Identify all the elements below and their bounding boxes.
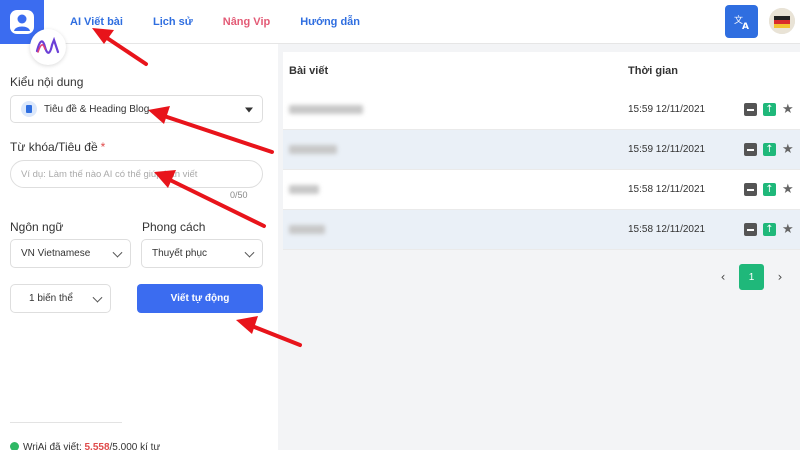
language-label: Ngôn ngữ <box>10 220 64 234</box>
content-type-select[interactable]: Tiêu đề & Heading Blog <box>10 95 263 123</box>
delete-icon[interactable] <box>744 183 757 196</box>
keyword-label: Từ khóa/Tiêu đề * <box>10 140 105 154</box>
keyword-placeholder: Ví dụ: Làm thế nào AI có thể giúp bạn vi… <box>21 168 198 180</box>
nav-guide[interactable]: Hướng dẫn <box>300 16 360 28</box>
row-title-blurred <box>289 225 325 234</box>
row-actions: ↑ ★ <box>744 103 794 116</box>
prev-page-button[interactable]: ‹ <box>713 270 733 284</box>
star-icon[interactable]: ★ <box>782 103 794 116</box>
delete-icon[interactable] <box>744 143 757 156</box>
pagination: ‹ 1 › <box>713 264 790 290</box>
style-value: Thuyết phục <box>152 248 208 259</box>
row-actions: ↑ ★ <box>744 223 794 236</box>
translate-button[interactable]: 文 A <box>725 5 758 38</box>
upload-icon[interactable]: ↑ <box>763 183 776 196</box>
row-title-blurred <box>289 185 319 194</box>
next-page-button[interactable]: › <box>770 270 790 284</box>
row-time: 15:58 12/11/2021 <box>628 184 706 195</box>
document-icon <box>21 101 37 117</box>
column-header-time: Thời gian <box>628 65 678 77</box>
row-title-blurred <box>289 105 363 114</box>
star-icon[interactable]: ★ <box>782 183 794 196</box>
upload-icon[interactable]: ↑ <box>763 143 776 156</box>
chevron-down-icon <box>112 247 123 258</box>
language-select[interactable]: VN Vietnamese <box>10 239 131 268</box>
keyword-label-text: Từ khóa/Tiêu đề <box>10 140 98 154</box>
delete-icon[interactable] <box>744 223 757 236</box>
language-value: VN Vietnamese <box>21 248 91 259</box>
usage-note: WriAi đã viết: 5.558/5.000 kí tự <box>10 442 160 450</box>
required-mark: * <box>100 140 106 154</box>
star-icon[interactable]: ★ <box>782 143 794 156</box>
upload-icon[interactable]: ↑ <box>763 223 776 236</box>
wave-logo-icon <box>35 37 60 54</box>
style-select[interactable]: Thuyết phục <box>141 239 263 268</box>
caret-down-icon <box>245 107 253 113</box>
delete-icon[interactable] <box>744 103 757 116</box>
language-flag-avatar[interactable] <box>769 8 795 34</box>
variants-select[interactable]: 1 biến thể <box>10 284 111 313</box>
star-icon[interactable]: ★ <box>782 223 794 236</box>
usage-suffix: /5.000 kí tự <box>109 442 161 450</box>
top-bar: AI Viết bài Lịch sử Nâng Vip Hướng dẫn 文… <box>0 0 800 44</box>
flag-icon <box>769 8 795 34</box>
user-icon <box>10 10 34 34</box>
row-time: 15:59 12/11/2021 <box>628 144 706 155</box>
chevron-down-icon <box>92 292 103 303</box>
chevron-down-icon <box>244 247 255 258</box>
table-row[interactable]: 15:59 12/11/2021 ↑ ★ <box>283 130 800 170</box>
nav-ai-write[interactable]: AI Viết bài <box>70 16 123 28</box>
style-label: Phong cách <box>142 220 206 234</box>
history-table: Bài viết Thời gian 15:59 12/11/2021 ↑ ★ … <box>283 52 800 450</box>
upload-icon[interactable]: ↑ <box>763 103 776 116</box>
main-nav: AI Viết bài Lịch sử Nâng Vip Hướng dẫn <box>70 0 390 44</box>
keyword-input[interactable]: Ví dụ: Làm thế nào AI có thể giúp bạn vi… <box>10 160 263 188</box>
row-time: 15:58 12/11/2021 <box>628 224 706 235</box>
table-header: Bài viết Thời gian <box>283 52 800 90</box>
status-dot-icon <box>10 442 19 450</box>
row-actions: ↑ ★ <box>744 183 794 196</box>
content-type-label: Kiểu nội dung <box>10 75 84 89</box>
auto-write-button[interactable]: Viết tự động <box>137 284 263 313</box>
nav-history[interactable]: Lịch sử <box>153 16 193 28</box>
brand-badge <box>30 29 66 65</box>
column-header-title: Bài viết <box>289 65 329 77</box>
variants-value: 1 biến thể <box>29 293 73 304</box>
table-row[interactable]: 15:58 12/11/2021 ↑ ★ <box>283 210 800 250</box>
row-actions: ↑ ★ <box>744 143 794 156</box>
row-time: 15:59 12/11/2021 <box>628 104 706 115</box>
table-row[interactable]: 15:58 12/11/2021 ↑ ★ <box>283 170 800 210</box>
content-type-value: Tiêu đề & Heading Blog <box>44 103 150 115</box>
nav-upgrade-vip[interactable]: Nâng Vip <box>223 16 270 28</box>
translate-icon: 文 A <box>734 14 749 31</box>
keyword-char-counter: 0/50 <box>230 190 248 200</box>
usage-prefix: WriAi đã viết: <box>23 442 85 450</box>
usage-used: 5.558 <box>84 442 110 450</box>
table-row[interactable]: 15:59 12/11/2021 ↑ ★ <box>283 90 800 130</box>
divider <box>10 422 122 423</box>
row-title-blurred <box>289 145 337 154</box>
current-page-button[interactable]: 1 <box>739 264 764 290</box>
svg-text:A: A <box>742 22 749 31</box>
